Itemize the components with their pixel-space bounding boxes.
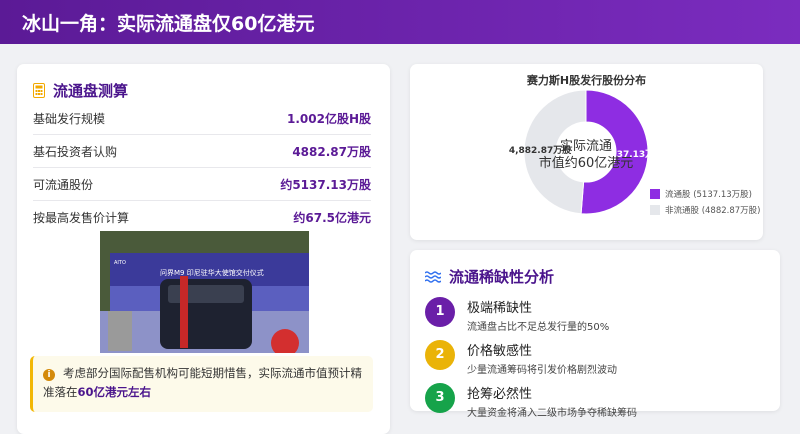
calc-row: 可流通股份 约5137.13万股	[33, 168, 371, 201]
page-title: 冰山一角：实际流通盘仅60亿港元	[0, 0, 800, 44]
row-label: 可流通股份	[33, 177, 94, 192]
center-text: 实际流通	[560, 139, 612, 154]
delivery-ceremony-photo: AITO 问界M9 印尼驻华大使馆交付仪式	[100, 231, 309, 353]
card-title: 流通盘测算	[53, 82, 129, 100]
row-value: 4882.87万股	[292, 144, 371, 159]
card-header: 流通稀缺性分析	[425, 266, 554, 287]
legend-swatch	[650, 205, 660, 215]
share-distribution-chart-card: 赛力斯H股发行股份分布 5,137.13万股 4,882.87万股 实际流通 市值约6…	[410, 64, 763, 240]
legend-label: 非流通股 (4882.87万股)	[665, 206, 761, 216]
float-calc-card: 流通盘测算 基础发行规模 1.002亿股H股 基石投资者认购 4882.87万股 可…	[17, 64, 390, 434]
legend-label: 流通股 (5137.13万股)	[665, 190, 752, 200]
row-label: 基石投资者认购	[33, 144, 118, 159]
brand-text: AITO	[114, 260, 126, 266]
scarcity-item: 1 极端稀缺性流通盘占比不足总发行量的50%	[425, 297, 609, 333]
scarcity-analysis-card: 流通稀缺性分析 1 极端稀缺性流通盘占比不足总发行量的50% 2 价格敏感性少量流通…	[410, 250, 780, 419]
item-title: 抢筹必然性	[467, 387, 533, 402]
item-desc: 大量资金将涌入二级市场争夺稀缺筹码	[467, 408, 637, 419]
row-label: 基础发行规模	[33, 111, 106, 126]
item-desc: 流通盘占比不足总发行量的50%	[467, 322, 610, 333]
row-value: 1.002亿股H股	[286, 111, 371, 126]
card-header: 流通盘测算	[33, 80, 128, 101]
calc-row: 基石投资者认购 4882.87万股	[33, 135, 371, 168]
banner-text: 问界M9 印尼驻华大使馆交付仪式	[160, 268, 264, 277]
legend-item[interactable]: 流通股 (5137.13万股)	[650, 188, 752, 200]
row-value: 约67.5亿港元	[293, 211, 371, 225]
calculator-icon	[33, 83, 45, 98]
item-title: 价格敏感性	[467, 344, 533, 359]
legend-item[interactable]: 非流通股 (4882.87万股)	[650, 204, 761, 216]
legend-swatch	[650, 189, 660, 199]
info-note: i 考虑部分国际配售机构可能短期惜售，实际流通市值预计精准落在60亿港元左右	[30, 356, 373, 412]
calc-row: 按最高发售价计算 约67.5亿港元	[33, 201, 371, 234]
number-badge: 2	[425, 340, 455, 370]
row-value: 约5137.13万股	[280, 177, 371, 192]
info-icon: i	[43, 369, 55, 381]
number-badge: 3	[425, 383, 455, 413]
row-label: 按最高发售价计算	[33, 211, 130, 225]
scarcity-item: 2 价格敏感性少量流通筹码将引发价格剧烈波动	[425, 340, 617, 376]
note-highlight: 60亿港元左右	[77, 385, 152, 399]
card-title: 流通稀缺性分析	[449, 268, 555, 286]
number-badge: 1	[425, 297, 455, 327]
calc-row: 基础发行规模 1.002亿股H股	[33, 102, 371, 135]
scarcity-item: 3 抢筹必然性大量资金将涌入二级市场争夺稀缺筹码	[425, 383, 637, 419]
waves-icon	[425, 270, 441, 283]
item-desc: 少量流通筹码将引发价格剧烈波动	[467, 365, 617, 376]
center-text: 市值约60亿港元	[539, 155, 634, 171]
item-title: 极端稀缺性	[467, 301, 533, 316]
